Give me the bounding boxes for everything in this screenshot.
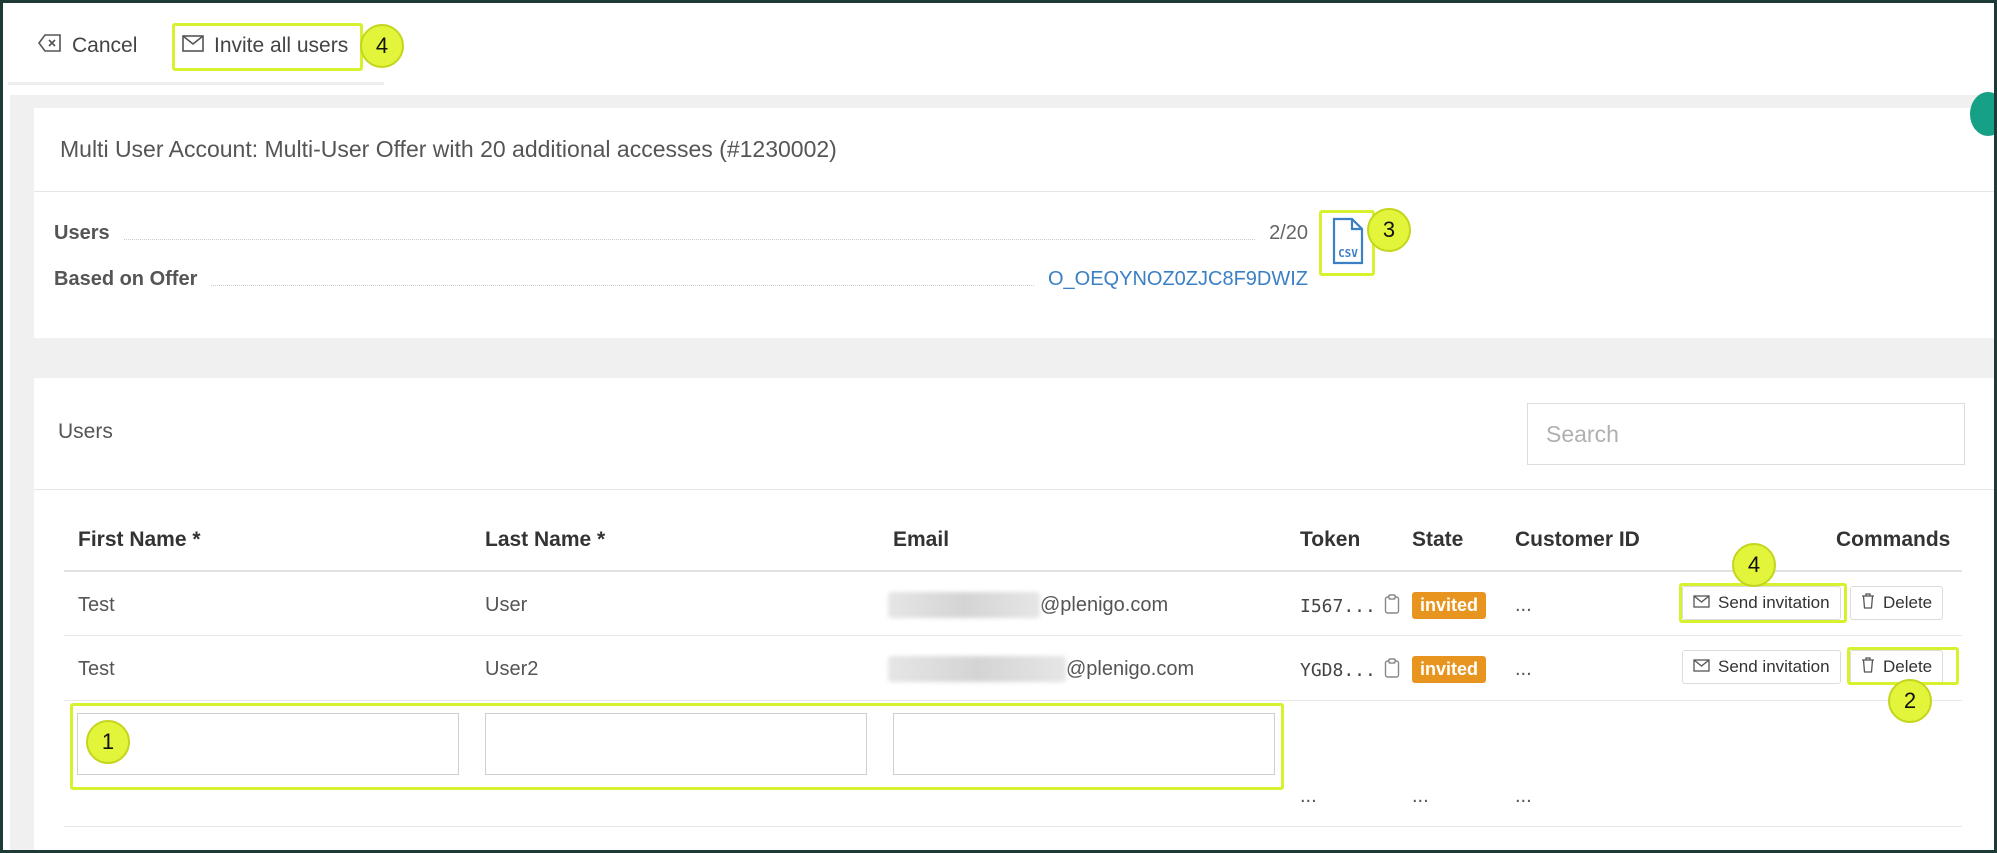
- csv-file-icon: CSV: [1328, 217, 1368, 270]
- column-header-customer-id: Customer ID: [1515, 528, 1640, 551]
- cell-email: @plenigo.com: [888, 592, 1168, 618]
- callout-number: 4: [1732, 543, 1776, 587]
- cancel-button[interactable]: Cancel: [38, 22, 137, 70]
- delete-label: Delete: [1883, 657, 1933, 676]
- envelope-icon: [1693, 593, 1710, 613]
- cell-first-name: Test: [78, 594, 115, 616]
- send-invitation-label: Send invitation: [1718, 657, 1830, 676]
- new-email-input[interactable]: [893, 713, 1275, 775]
- column-header-state: State: [1412, 528, 1464, 551]
- account-title: Multi User Account: Multi-User Offer wit…: [60, 136, 837, 162]
- envelope-icon: [182, 34, 204, 58]
- redacted-email-local-part: [888, 592, 1040, 618]
- table-header-divider: [64, 570, 1962, 572]
- delete-label: Delete: [1883, 593, 1933, 612]
- trash-icon: [1861, 592, 1875, 614]
- new-last-name-input[interactable]: [485, 713, 867, 775]
- clipboard-icon[interactable]: [1384, 658, 1400, 683]
- clipboard-icon[interactable]: [1384, 594, 1400, 619]
- token-value: I567...: [1300, 596, 1376, 617]
- send-invitation-button[interactable]: Send invitation: [1682, 586, 1841, 620]
- column-header-token: Token: [1300, 528, 1361, 551]
- users-panel-title: Users: [58, 420, 113, 443]
- cell-email: @plenigo.com: [888, 656, 1194, 682]
- token-value: YGD8...: [1300, 660, 1376, 681]
- status-badge: invited: [1412, 656, 1487, 683]
- invite-all-users-button[interactable]: Invite all users: [172, 22, 363, 70]
- column-header-email: Email: [893, 528, 950, 551]
- row-divider: [64, 826, 1962, 827]
- email-domain: @plenigo.com: [1040, 593, 1169, 616]
- redacted-email-local-part: [888, 656, 1066, 682]
- toolbar-divider: [8, 82, 384, 85]
- cell-customer-id: ...: [1515, 658, 1532, 680]
- new-first-name-input[interactable]: [77, 713, 459, 775]
- offer-link[interactable]: O_OEQYNOZ0ZJC8F9DWIZ: [1048, 268, 1308, 291]
- csv-icon-text: CSV: [1338, 247, 1358, 260]
- callout-number: 4: [360, 24, 404, 68]
- cell-last-name: User2: [485, 658, 539, 680]
- cell-first-name: Test: [78, 658, 115, 680]
- users-card-header: Users: [34, 378, 1997, 490]
- new-row-token: ...: [1300, 785, 1317, 807]
- delete-button[interactable]: Delete: [1850, 650, 1944, 684]
- cell-token: YGD8...: [1300, 658, 1400, 683]
- column-header-commands: Commands: [1836, 528, 1951, 551]
- users-count-value: 2/20: [1269, 221, 1308, 244]
- callout-number: 1: [86, 720, 130, 764]
- callout-number: 3: [1367, 208, 1411, 252]
- offer-row: Based on Offer O_OEQYNOZ0ZJC8F9DWIZ: [54, 264, 1308, 294]
- backspace-icon: [38, 34, 62, 58]
- cell-customer-id: ...: [1515, 594, 1532, 616]
- cell-token: I567...: [1300, 594, 1400, 619]
- csv-export-button[interactable]: CSV: [1320, 210, 1376, 276]
- email-domain: @plenigo.com: [1066, 657, 1195, 680]
- envelope-icon: [1693, 657, 1710, 677]
- send-invitation-button[interactable]: Send invitation: [1682, 650, 1841, 684]
- dotted-leader: [211, 272, 1034, 286]
- search-input[interactable]: [1527, 403, 1965, 465]
- top-toolbar: Cancel Invite all users: [0, 0, 1997, 85]
- send-invitation-label: Send invitation: [1718, 593, 1830, 612]
- dotted-leader: [123, 226, 1256, 240]
- row-divider: [64, 635, 1962, 636]
- invite-all-label: Invite all users: [214, 34, 349, 57]
- callout-number: 2: [1888, 679, 1932, 723]
- trash-icon: [1861, 656, 1875, 678]
- row-divider: [64, 700, 1962, 701]
- column-header-first-name: First Name *: [78, 528, 201, 551]
- status-badge: invited: [1412, 592, 1487, 619]
- delete-button[interactable]: Delete: [1850, 586, 1944, 620]
- cancel-label: Cancel: [72, 34, 138, 57]
- users-count-row: Users 2/20: [54, 218, 1308, 248]
- account-card-header: Multi User Account: Multi-User Offer wit…: [34, 108, 1997, 192]
- new-row-customer-id: ...: [1515, 785, 1532, 807]
- users-count-label: Users: [54, 221, 110, 244]
- new-row-state: ...: [1412, 785, 1429, 807]
- column-header-last-name: Last Name *: [485, 528, 606, 551]
- cell-last-name: User: [485, 594, 528, 616]
- offer-label: Based on Offer: [54, 267, 198, 290]
